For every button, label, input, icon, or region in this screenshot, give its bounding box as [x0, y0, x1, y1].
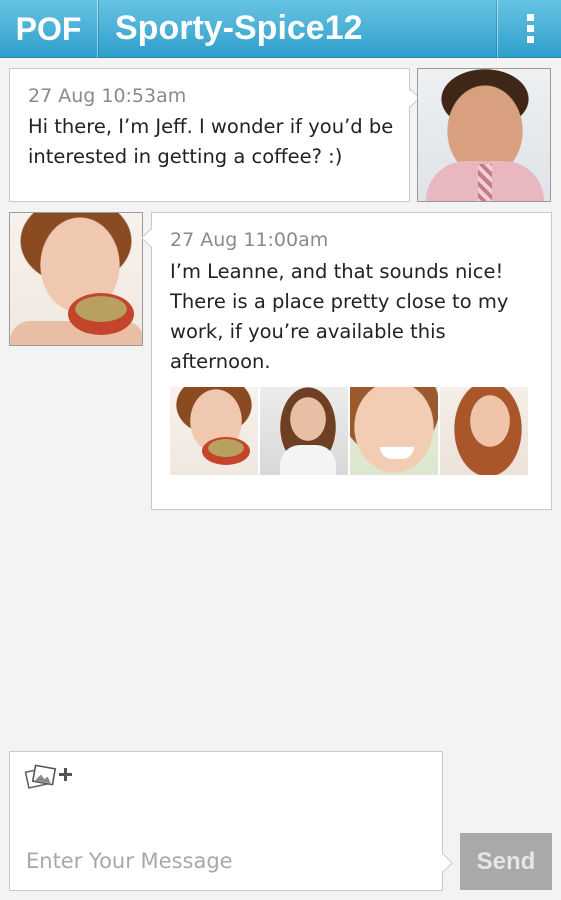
menu-dot [527, 36, 534, 43]
send-button[interactable]: Send [460, 833, 552, 890]
message-line: work, if you’re available this afternoon… [170, 320, 446, 373]
attach-photo-icon[interactable] [24, 762, 76, 792]
attached-photo[interactable] [260, 387, 348, 475]
compose-box [9, 751, 453, 891]
sender-avatar[interactable] [417, 68, 551, 202]
conversation-title: Sporty-Spice12 [115, 9, 363, 47]
attached-photo[interactable] [350, 387, 438, 475]
menu-dot [527, 14, 534, 21]
overflow-menu-icon[interactable] [497, 0, 561, 58]
pof-logo-button[interactable]: POF [0, 0, 98, 58]
message-bubble-sent: 27 Aug 10:53am Hi there, I’m Jeff. I won… [9, 68, 420, 202]
attached-photo[interactable] [170, 387, 258, 475]
message-timestamp: 27 Aug 10:53am [28, 85, 187, 107]
message-line: Hi there, I’m Jeff. I wonder if you’d be [28, 115, 394, 138]
message-line: I’m Leanne, and that sounds nice! [170, 260, 504, 283]
message-text: Hi there, I’m Jeff. I wonder if you’d be… [28, 112, 403, 172]
message-line: There is a place pretty close to my [170, 290, 509, 313]
message-line: interested in getting a coffee? :) [28, 145, 343, 168]
message-text: I’m Leanne, and that sounds nice! There … [170, 257, 550, 377]
message-timestamp: 27 Aug 11:00am [170, 229, 329, 251]
attached-photo[interactable] [440, 387, 528, 475]
app-header: POF Sporty-Spice12 [0, 0, 561, 58]
recipient-avatar[interactable] [9, 212, 143, 346]
message-input[interactable] [26, 846, 426, 876]
menu-dot [527, 25, 534, 32]
